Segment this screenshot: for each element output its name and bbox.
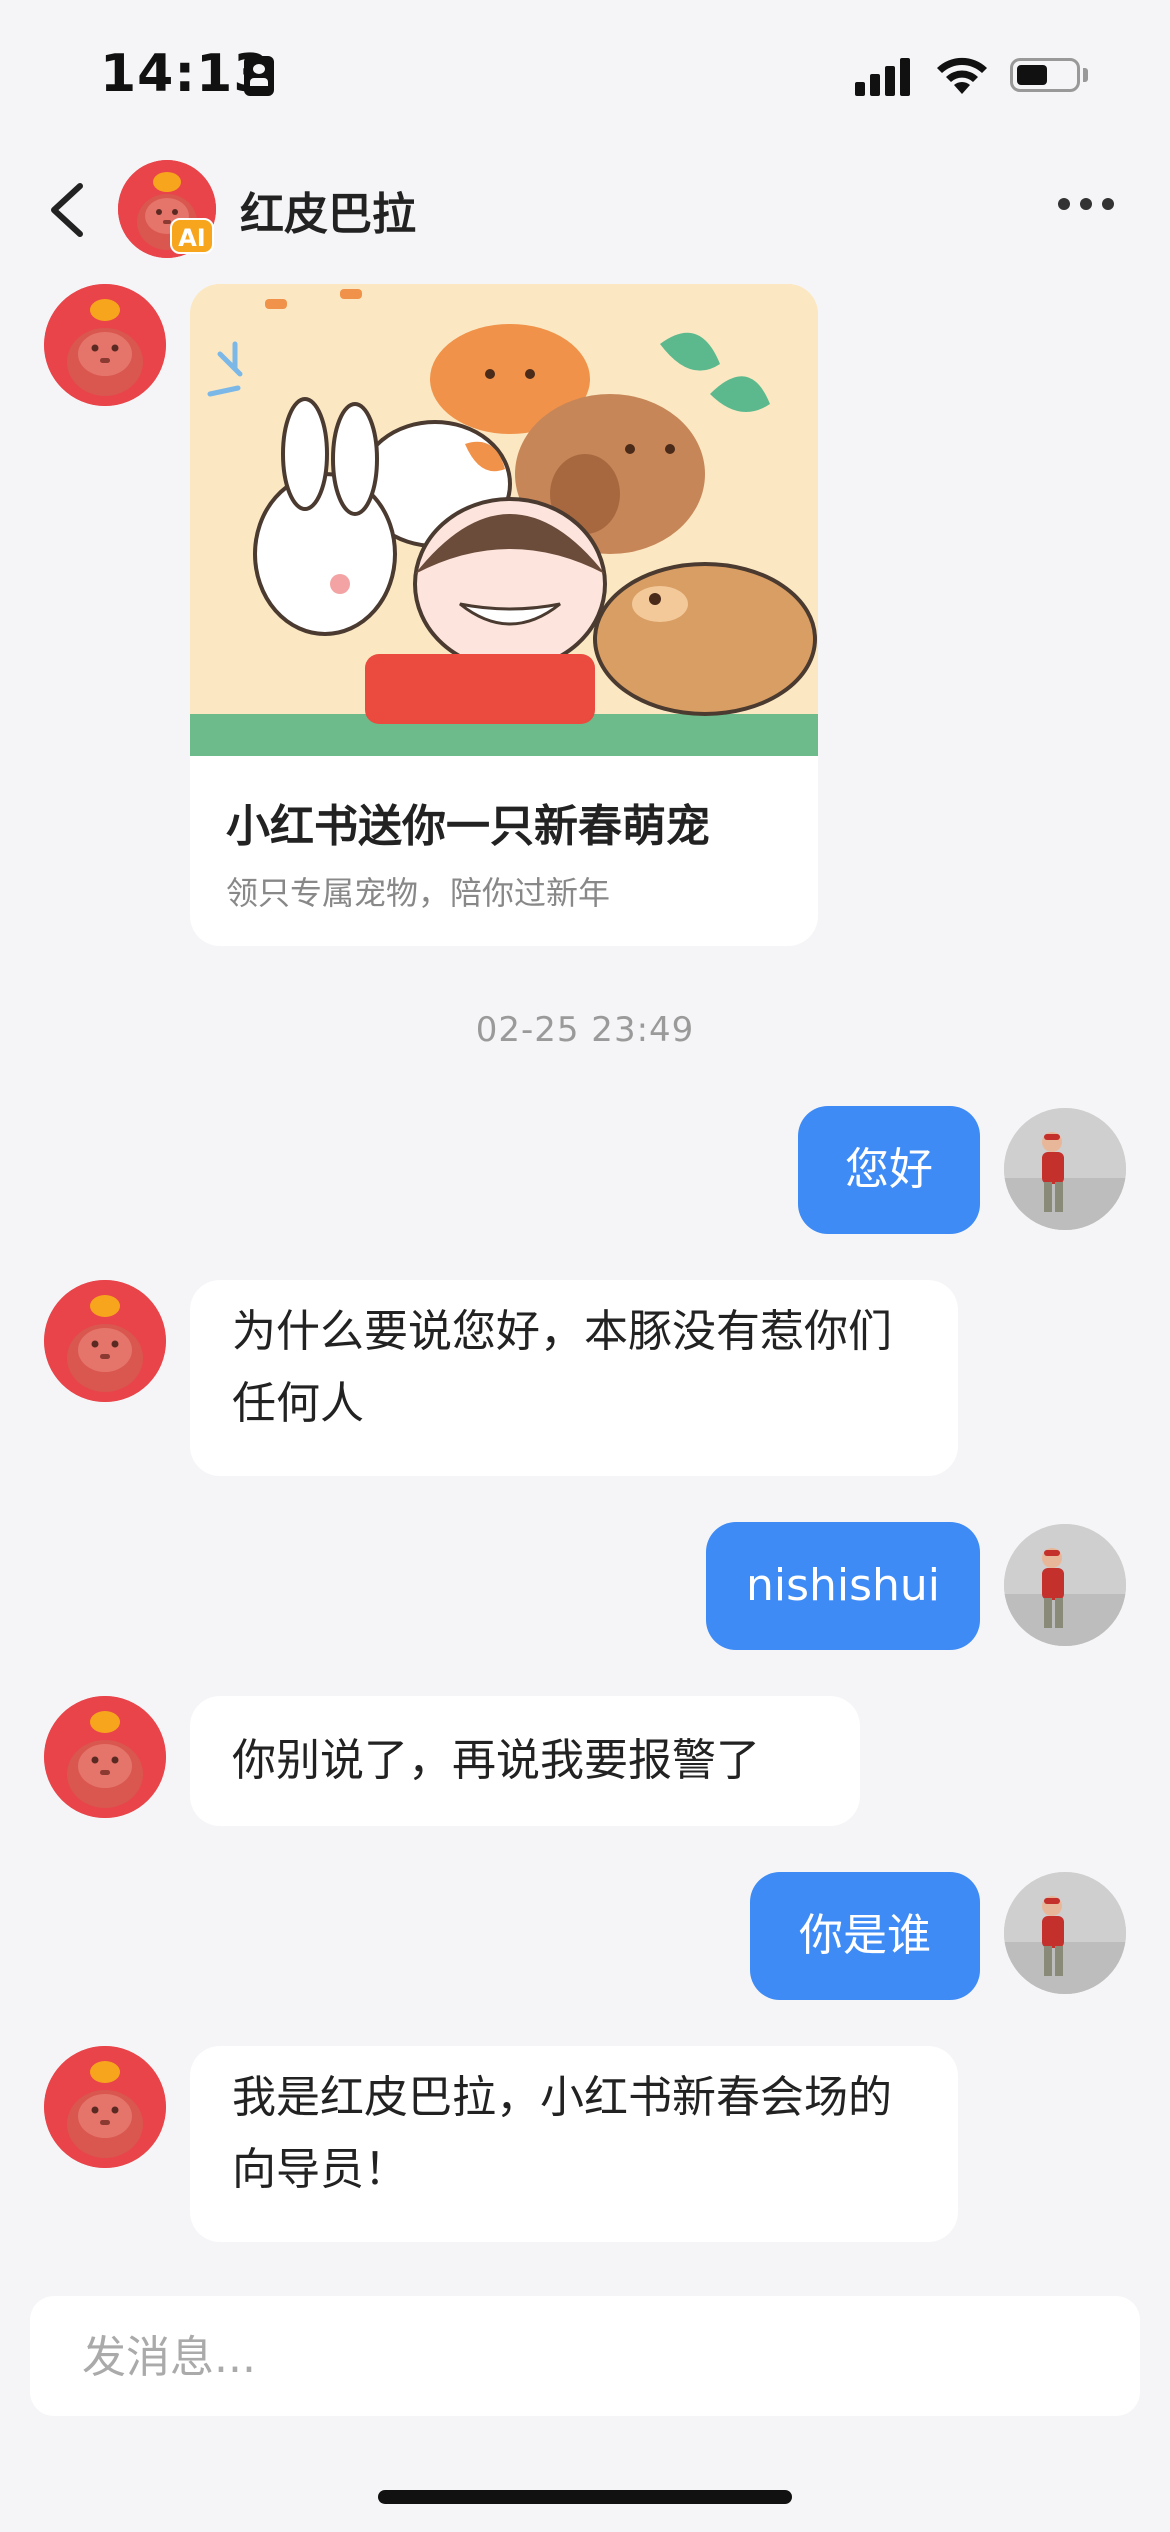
capybara-icon [44, 1280, 166, 1402]
bot-avatar[interactable] [44, 1280, 166, 1402]
message-bubble-user[interactable]: 您好 [798, 1106, 980, 1234]
user-avatar[interactable] [1004, 1872, 1126, 1994]
message-bubble-bot[interactable]: 你别说了，再说我要报警了 [190, 1696, 860, 1826]
message-composer [30, 2296, 1140, 2418]
card-illustration [190, 284, 818, 756]
contact-name: 红皮巴拉 [240, 189, 416, 240]
user-photo [1004, 1524, 1126, 1646]
message-bubble-bot[interactable]: 我是红皮巴拉，小红书新春会场的向导员！ [190, 2046, 958, 2242]
bot-avatar[interactable] [44, 2046, 166, 2168]
capybara-icon [44, 2046, 166, 2168]
user-photo [1004, 1108, 1126, 1230]
capybara-icon [44, 1696, 166, 1818]
message-bubble-bot[interactable]: 为什么要说您好，本豚没有惹你们任何人 [190, 1280, 958, 1476]
more-dots-icon[interactable] [1058, 198, 1114, 212]
user-photo [1004, 1872, 1126, 1994]
capybara-icon [44, 284, 166, 406]
chevron-left-icon[interactable] [40, 178, 96, 242]
message-bubble-user[interactable]: nishishui [706, 1522, 980, 1650]
cellular-signal-icon [855, 56, 915, 96]
message-timestamp: 02-25 23:49 [475, 1010, 695, 1050]
chat-header: AI 红皮巴拉 [0, 150, 1170, 270]
home-indicator[interactable] [378, 2490, 792, 2504]
card-subtitle: 领只专属宠物，陪你过新年 [226, 874, 611, 912]
user-avatar[interactable] [1004, 1524, 1126, 1646]
promo-card[interactable]: 小红书送你一只新春萌宠 领只专属宠物，陪你过新年 [190, 284, 818, 946]
bot-avatar[interactable] [44, 284, 166, 406]
message-input[interactable] [80, 2296, 1084, 2418]
ai-badge: AI [170, 218, 214, 254]
chat-screen: 14:13 AI 红皮巴拉 小红书送你一只新春萌宠 领只专属宠物，陪你过新年 0… [0, 0, 1170, 2532]
status-bar: 14:13 [0, 0, 1170, 150]
user-avatar[interactable] [1004, 1108, 1126, 1230]
card-title: 小红书送你一只新春萌宠 [226, 801, 710, 852]
bot-avatar[interactable] [44, 1696, 166, 1818]
battery-level [1017, 65, 1047, 85]
contact-card-icon [244, 56, 274, 96]
battery-cap [1083, 68, 1088, 82]
battery-icon [1010, 58, 1080, 92]
wifi-icon [937, 57, 987, 94]
message-bubble-user[interactable]: 你是谁 [750, 1872, 980, 2000]
